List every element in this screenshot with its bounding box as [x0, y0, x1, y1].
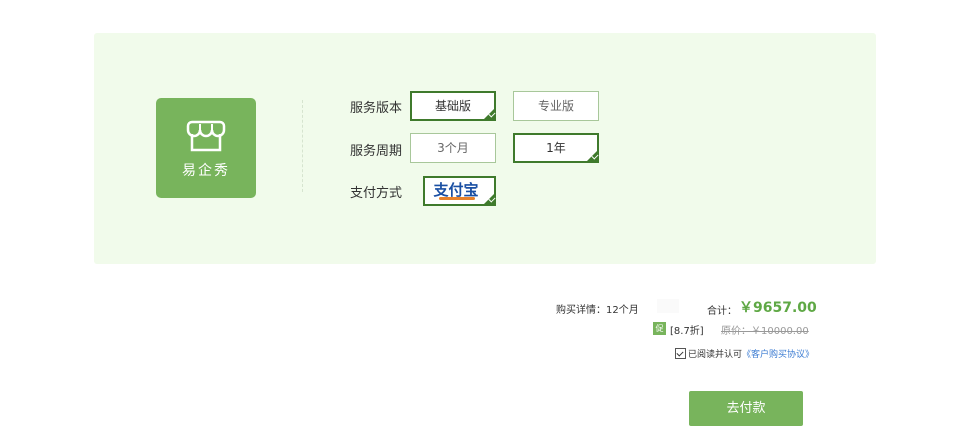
total-price: ￥9657.00	[739, 300, 817, 316]
option-1-year[interactable]: 1年	[513, 133, 599, 163]
blank-placeholder	[657, 299, 679, 313]
alipay-logo-icon: 支付宝	[427, 179, 485, 203]
option-pro[interactable]: 专业版	[513, 91, 599, 121]
option-basic[interactable]: 基础版	[410, 91, 496, 121]
option-basic-label: 基础版	[434, 99, 471, 113]
storefront-icon	[186, 120, 226, 152]
option-1-year-label: 1年	[546, 141, 566, 155]
logo-text: 易企秀	[182, 163, 230, 179]
selected-check-icon	[585, 149, 599, 163]
discount-text: [8.7折]	[670, 326, 704, 337]
purchase-detail: 购买详情：12个月	[556, 305, 639, 316]
agreement-checkbox[interactable]	[675, 348, 686, 359]
selected-check-icon	[482, 192, 496, 206]
option-pro-label: 专业版	[537, 99, 574, 113]
period-label: 服务周期	[350, 144, 403, 159]
agreement-link[interactable]: 《客户购买协议》	[742, 347, 814, 360]
vertical-divider	[302, 100, 303, 192]
product-logo: 易企秀	[156, 98, 256, 198]
promo-badge: 促	[653, 322, 666, 335]
total-label: 合计：	[707, 306, 737, 317]
option-3-months[interactable]: 3个月	[410, 133, 496, 163]
agreement-text: 已阅读并认可	[688, 350, 743, 360]
original-price: 原价：￥10000.00	[721, 326, 809, 337]
alipay-swoosh	[439, 197, 475, 200]
pay-button[interactable]: 去付款	[689, 391, 803, 426]
option-alipay[interactable]: 支付宝	[423, 176, 496, 206]
version-label: 服务版本	[350, 101, 403, 116]
payment-label: 支付方式	[350, 186, 403, 201]
selected-check-icon	[482, 107, 496, 121]
option-3-months-label: 3个月	[437, 141, 469, 155]
